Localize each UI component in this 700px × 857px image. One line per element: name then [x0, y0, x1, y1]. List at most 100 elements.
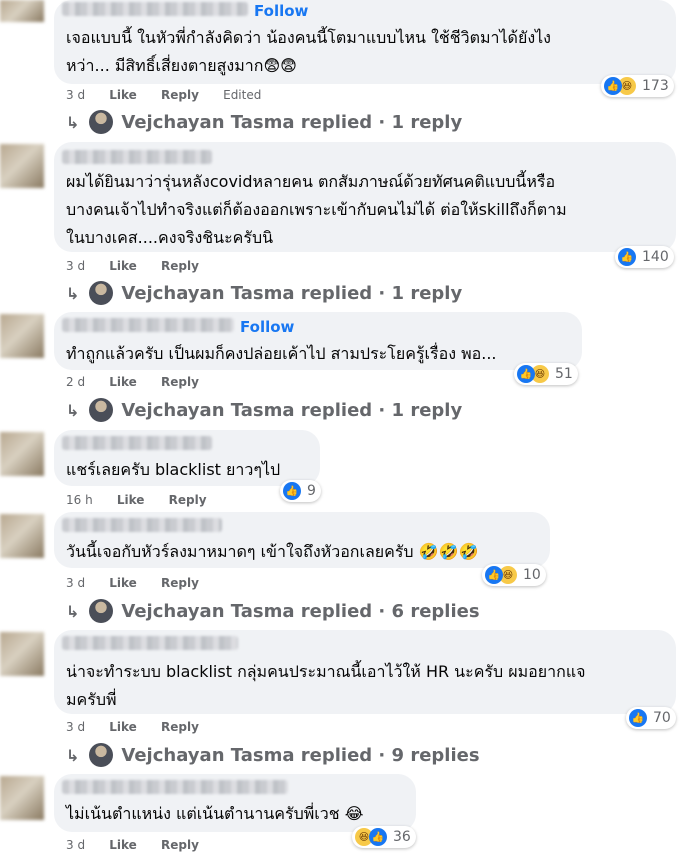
reaction-summary[interactable]: 👍 😆 51	[514, 363, 578, 385]
view-replies[interactable]: ↳ Vejchayan Tasma replied · 9 replies	[66, 742, 480, 768]
reply-arrow-icon: ↳	[66, 400, 80, 420]
like-button[interactable]: Like	[109, 720, 137, 734]
author-name[interactable]	[62, 780, 288, 794]
like-icon: 👍	[629, 709, 647, 727]
avatar[interactable]	[0, 432, 44, 476]
comment-bubble: Follow เจอแบบนี้ ในหัวพี่กำลังคิดว่า น้อ…	[54, 0, 676, 84]
comment-meta: 2 d Like Reply	[66, 375, 219, 389]
comment-text: แชร์เลยครับ blacklist ยาวๆไป	[66, 460, 281, 479]
comment: วันนี้เจอกับหัวร์ลงมาหมาดๆ เข้าใจถึงหัวอ…	[0, 512, 700, 626]
reaction-summary[interactable]: 👍 9	[280, 480, 321, 502]
reply-button[interactable]: Reply	[169, 493, 207, 507]
comment-bubble: ไม่เน้นตำแหน่ง แต่เน้นตำนานครับพี่เวช 😂	[54, 774, 416, 832]
avatar[interactable]	[0, 514, 44, 558]
comment-bubble: แชร์เลยครับ blacklist ยาวๆไป	[54, 430, 320, 486]
like-button[interactable]: Like	[109, 88, 137, 102]
like-icon: 👍	[604, 77, 622, 95]
follow-button[interactable]: Follow	[240, 318, 294, 336]
reaction-summary[interactable]: 👍 😆 173	[601, 75, 674, 97]
comment-meta: 3 d Like Reply Edited	[66, 88, 281, 102]
reaction-count: 51	[555, 366, 573, 382]
reply-button[interactable]: Reply	[161, 720, 199, 734]
reply-arrow-icon: ↳	[66, 745, 80, 765]
comment-bubble: ผมได้ยินมาว่ารุ่นหลังcovidหลายคน ตกสัมภา…	[54, 142, 676, 252]
replies-label: Vejchayan Tasma replied · 1 reply	[121, 111, 463, 133]
timestamp[interactable]: 3 d	[66, 838, 85, 852]
avatar	[89, 281, 114, 305]
comment-meta: 3 d Like Reply	[66, 720, 219, 734]
reaction-count: 140	[642, 249, 669, 265]
comment-text: เจอแบบนี้ ในหัวพี่กำลังคิดว่า น้องคนนี้โ…	[66, 28, 551, 75]
reaction-count: 173	[642, 78, 669, 94]
view-replies[interactable]: ↳ Vejchayan Tasma replied · 1 reply	[66, 280, 462, 306]
author-name[interactable]	[62, 150, 212, 164]
replies-label: Vejchayan Tasma replied · 1 reply	[121, 282, 463, 304]
comment: น่าจะทำระบบ blacklist กลุ่มคนประมาณนี้เอ…	[0, 630, 700, 770]
reply-button[interactable]: Reply	[161, 88, 199, 102]
view-replies[interactable]: ↳ Vejchayan Tasma replied · 1 reply	[66, 109, 462, 135]
reaction-summary[interactable]: 👍 140	[615, 246, 674, 268]
reply-button[interactable]: Reply	[161, 259, 199, 273]
comment-text: วันนี้เจอกับหัวร์ลงมาหมาดๆ เข้าใจถึงหัวอ…	[66, 542, 479, 561]
author-name[interactable]	[62, 518, 222, 532]
like-button[interactable]: Like	[109, 838, 137, 852]
reply-button[interactable]: Reply	[161, 576, 199, 590]
reaction-summary[interactable]: 😆 👍 36	[352, 826, 416, 848]
timestamp[interactable]: 3 d	[66, 720, 85, 734]
avatar	[89, 110, 114, 134]
edited-label: Edited	[223, 88, 262, 102]
author-name[interactable]	[62, 436, 212, 450]
comment-text: น่าจะทำระบบ blacklist กลุ่มคนประมาณนี้เอ…	[66, 662, 586, 709]
view-replies[interactable]: ↳ Vejchayan Tasma replied · 1 reply	[66, 397, 462, 423]
avatar[interactable]	[0, 776, 44, 820]
author-name[interactable]	[62, 636, 238, 650]
avatar[interactable]	[0, 632, 44, 676]
comment-text: ไม่เน้นตำแหน่ง แต่เน้นตำนานครับพี่เวช 😂	[66, 804, 364, 823]
follow-button[interactable]: Follow	[254, 2, 308, 20]
reply-arrow-icon: ↳	[66, 283, 80, 303]
author-name[interactable]	[62, 318, 234, 332]
comment: ไม่เน้นตำแหน่ง แต่เน้นตำนานครับพี่เวช 😂 …	[0, 774, 700, 857]
timestamp[interactable]: 3 d	[66, 88, 85, 102]
reply-arrow-icon: ↳	[66, 601, 80, 621]
reaction-count: 70	[653, 710, 671, 726]
comment-text: ผมได้ยินมาว่ารุ่นหลังcovidหลายคน ตกสัมภา…	[66, 172, 567, 247]
comment: Follow ทำถูกแล้วครับ เป็นผมก็คงปล่อยเค้า…	[0, 312, 700, 424]
timestamp[interactable]: 16 h	[66, 493, 93, 507]
replies-label: Vejchayan Tasma replied · 9 replies	[121, 744, 480, 766]
reply-button[interactable]: Reply	[161, 375, 199, 389]
timestamp[interactable]: 2 d	[66, 375, 85, 389]
avatar[interactable]	[0, 314, 44, 358]
like-button[interactable]: Like	[109, 259, 137, 273]
timestamp[interactable]: 3 d	[66, 576, 85, 590]
comment-text: ทำถูกแล้วครับ เป็นผมก็คงปล่อยเค้าไป สามป…	[66, 344, 497, 363]
comment-bubble: น่าจะทำระบบ blacklist กลุ่มคนประมาณนี้เอ…	[54, 630, 676, 714]
comment-bubble: วันนี้เจอกับหัวร์ลงมาหมาดๆ เข้าใจถึงหัวอ…	[54, 512, 550, 568]
like-button[interactable]: Like	[117, 493, 145, 507]
avatar	[89, 743, 114, 767]
reaction-count: 36	[393, 829, 411, 845]
replies-label: Vejchayan Tasma replied · 6 replies	[121, 600, 480, 622]
comment-bubble: Follow ทำถูกแล้วครับ เป็นผมก็คงปล่อยเค้า…	[54, 312, 582, 370]
comment-meta: 3 d Like Reply	[66, 838, 219, 852]
like-button[interactable]: Like	[109, 576, 137, 590]
view-replies[interactable]: ↳ Vejchayan Tasma replied · 6 replies	[66, 598, 480, 624]
avatar[interactable]	[0, 144, 44, 188]
like-icon: 👍	[283, 482, 301, 500]
reaction-summary[interactable]: 👍 70	[626, 707, 676, 729]
comment: ผมได้ยินมาว่ารุ่นหลังcovidหลายคน ตกสัมภา…	[0, 142, 700, 310]
timestamp[interactable]: 3 d	[66, 259, 85, 273]
avatar[interactable]	[0, 0, 44, 22]
like-button[interactable]: Like	[109, 375, 137, 389]
comment: แชร์เลยครับ blacklist ยาวๆไป 👍 9 16 h Li…	[0, 430, 700, 510]
author-name[interactable]	[62, 2, 248, 16]
avatar	[89, 599, 114, 623]
reply-arrow-icon: ↳	[66, 112, 80, 132]
avatar	[89, 398, 114, 422]
reply-button[interactable]: Reply	[161, 838, 199, 852]
like-icon: 👍	[618, 248, 636, 266]
replies-label: Vejchayan Tasma replied · 1 reply	[121, 399, 463, 421]
reaction-summary[interactable]: 👍 😆 10	[482, 564, 546, 586]
comment-meta: 3 d Like Reply	[66, 576, 219, 590]
comment-meta: 16 h Like Reply	[66, 493, 227, 507]
